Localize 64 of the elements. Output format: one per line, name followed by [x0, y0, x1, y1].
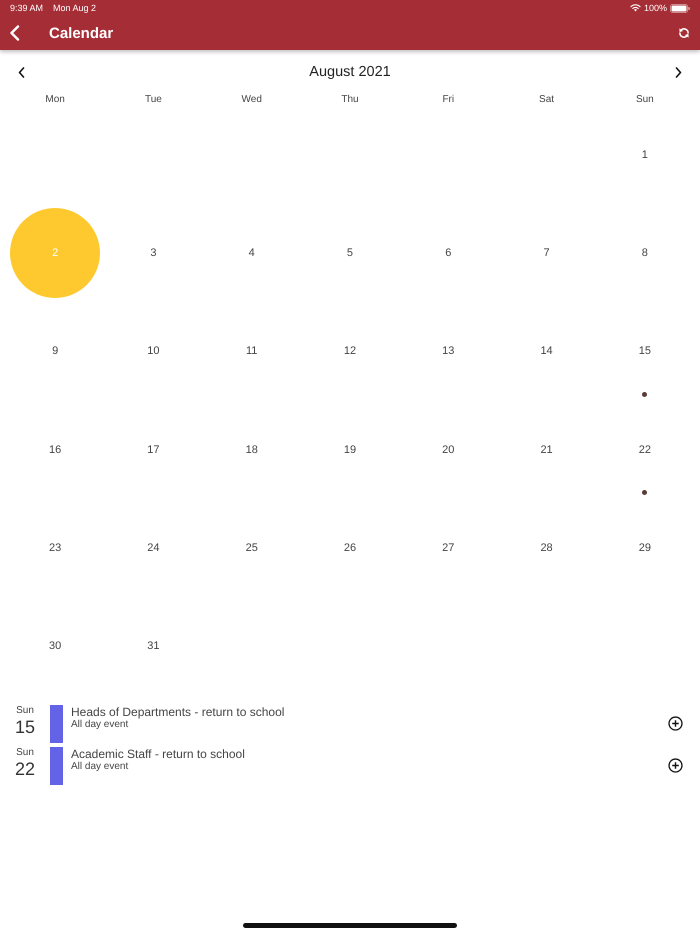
weekday-label: Mon [45, 94, 65, 106]
event-title[interactable]: Heads of Departments - return to school [71, 704, 284, 719]
calendar-day[interactable]: 15 [636, 345, 653, 358]
chevron-left-icon [18, 66, 25, 78]
calendar-day[interactable]: 13 [440, 345, 456, 358]
event-weekday: Sun [16, 746, 34, 759]
calendar-day[interactable]: 4 [246, 246, 257, 260]
calendar-day[interactable]: 16 [47, 444, 64, 457]
battery-icon [670, 4, 690, 12]
event-subtitle: All day event [71, 718, 128, 731]
month-title: August 2021 [309, 64, 391, 80]
calendar-day[interactable]: 1 [640, 148, 650, 162]
calendar-day[interactable]: 7 [542, 246, 552, 260]
calendar-day[interactable]: 17 [145, 444, 162, 457]
previous-month-button[interactable] [18, 66, 25, 78]
calendar-day[interactable]: 26 [342, 542, 358, 555]
status-time: 9:39 AM [10, 3, 44, 13]
calendar-day[interactable]: 11 [244, 345, 260, 358]
calendar-day[interactable]: 18 [244, 444, 260, 457]
weekday-label: Fri [442, 94, 454, 106]
calendar-day[interactable]: 24 [145, 542, 162, 555]
calendar-day[interactable]: 22 [636, 444, 653, 457]
add-button[interactable] [668, 716, 683, 732]
event-day: 22 [14, 758, 36, 779]
weekday-label: Thu [341, 94, 359, 106]
calendar-day[interactable]: 23 [47, 542, 64, 555]
calendar-day[interactable]: 10 [145, 345, 162, 358]
calendar-day[interactable]: 31 [145, 640, 162, 654]
add-button[interactable] [668, 758, 683, 774]
plus-circle-icon [668, 758, 683, 774]
calendar-day[interactable]: 30 [47, 640, 64, 654]
calendar-day[interactable]: 9 [50, 345, 60, 358]
weekday-label: Wed [242, 94, 262, 106]
wifi-icon [630, 4, 641, 12]
calendar-day[interactable]: 25 [244, 542, 260, 555]
event-day: 15 [14, 716, 36, 737]
calendar-day[interactable]: 27 [440, 542, 456, 555]
chevron-left-icon [9, 25, 20, 41]
next-month-button[interactable] [675, 66, 682, 78]
refresh-icon [677, 26, 691, 40]
calendar-day[interactable]: 8 [640, 246, 650, 260]
calendar-day[interactable]: 20 [440, 444, 456, 457]
refresh-button[interactable] [677, 26, 691, 40]
calendar-day[interactable]: 21 [538, 444, 555, 457]
weekday-label: Sun [636, 94, 654, 106]
plus-circle-icon [668, 716, 683, 732]
weekday-label: Tue [144, 94, 162, 106]
status-date: Mon Aug 2 [53, 3, 96, 13]
calendar-day[interactable]: 12 [342, 345, 358, 358]
calendar-day[interactable]: 6 [443, 246, 454, 260]
calendar-day[interactable]: 19 [342, 444, 358, 457]
page-title: Calendar [49, 24, 114, 42]
event-subtitle: All day event [71, 760, 128, 773]
calendar-day[interactable]: 3 [148, 246, 158, 260]
calendar-day[interactable]: 28 [538, 542, 555, 555]
calendar-day[interactable]: 29 [636, 542, 653, 555]
event-weekday: Sun [16, 704, 34, 717]
event-title[interactable]: Academic Staff - return to school [71, 746, 245, 761]
chevron-right-icon [675, 66, 682, 78]
weekday-label: Sat [539, 94, 554, 106]
calendar-day[interactable]: 14 [538, 345, 555, 358]
back-button[interactable] [9, 25, 20, 41]
battery-percent: 100% [644, 3, 667, 13]
calendar-day[interactable]: 5 [344, 246, 356, 260]
